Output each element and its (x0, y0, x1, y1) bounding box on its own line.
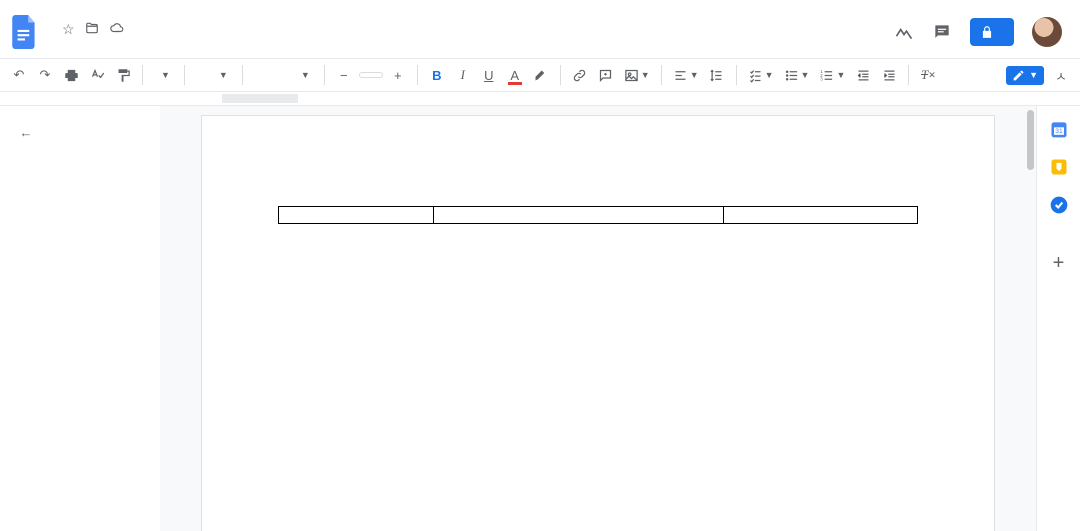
italic-button[interactable]: I (452, 63, 474, 87)
numbered-list-button[interactable]: 123▼ (816, 63, 848, 87)
move-icon[interactable] (85, 21, 99, 38)
outline-back-button[interactable]: ← (14, 120, 38, 144)
share-button[interactable] (970, 18, 1014, 46)
clear-formatting-button[interactable]: T✕ (917, 63, 939, 87)
svg-text:31: 31 (1055, 128, 1063, 135)
star-icon[interactable]: ☆ (62, 21, 75, 38)
fontsize-inc-button[interactable]: + (387, 63, 409, 87)
document-canvas[interactable] (160, 106, 1036, 531)
scrollbar-thumb[interactable] (1027, 110, 1034, 170)
line-spacing-button[interactable] (706, 63, 728, 87)
menu-format[interactable] (102, 40, 114, 46)
menu-view[interactable] (74, 40, 86, 46)
align-button[interactable]: ▼ (670, 63, 702, 87)
fontsize-dec-button[interactable]: − (333, 63, 355, 87)
bullet-list-button[interactable]: ▼ (781, 63, 813, 87)
collapse-toolbar-button[interactable]: ㅅ (1050, 63, 1072, 87)
menu-insert[interactable] (88, 40, 100, 46)
indent-dec-button[interactable] (852, 63, 874, 87)
doc-title[interactable] (46, 27, 54, 31)
undo-button[interactable]: ↶ (8, 63, 30, 87)
bold-button[interactable]: B (426, 63, 448, 87)
ruler[interactable] (0, 92, 1080, 106)
agenda-table[interactable] (278, 206, 918, 224)
tasks-icon[interactable] (1048, 194, 1070, 216)
add-comment-button[interactable] (595, 63, 617, 87)
redo-button[interactable]: ↷ (34, 63, 56, 87)
paint-format-button[interactable] (112, 63, 134, 87)
activity-icon[interactable] (894, 22, 914, 42)
insert-image-button[interactable]: ▼ (621, 63, 653, 87)
text-color-button[interactable]: A (504, 63, 526, 87)
fontsize-input[interactable] (359, 72, 383, 78)
side-panel: 31 + (1036, 106, 1080, 531)
cloud-status-icon[interactable] (109, 21, 125, 38)
spellcheck-button[interactable] (86, 63, 108, 87)
comments-icon[interactable] (932, 22, 952, 42)
th-name[interactable] (724, 207, 918, 224)
th-topic[interactable] (279, 207, 434, 224)
zoom-select[interactable]: ▼ (151, 67, 176, 83)
highlight-button[interactable] (530, 63, 552, 87)
print-button[interactable] (60, 63, 82, 87)
insert-link-button[interactable] (569, 63, 591, 87)
side-add-button[interactable]: + (1053, 252, 1065, 275)
docs-logo[interactable] (8, 10, 42, 54)
toolbar: ↶ ↷ ▼ ▼ ▼ − + B I U A ▼ ▼ ▼ ▼ 123▼ T✕ ▼ … (0, 58, 1080, 92)
menu-edit[interactable] (60, 40, 72, 46)
menu-addons[interactable] (130, 40, 142, 46)
indent-inc-button[interactable] (878, 63, 900, 87)
menu-tools[interactable] (116, 40, 128, 46)
avatar[interactable] (1032, 17, 1062, 47)
svg-text:3: 3 (821, 76, 824, 81)
keep-icon[interactable] (1048, 156, 1070, 178)
font-select[interactable]: ▼ (251, 67, 316, 83)
outline-panel: ← (0, 106, 160, 531)
underline-button[interactable]: U (478, 63, 500, 87)
checklist-button[interactable]: ▼ (745, 63, 777, 87)
editing-mode-button[interactable]: ▼ (1006, 66, 1044, 85)
menu-file[interactable] (46, 40, 58, 46)
menu-help[interactable] (144, 40, 156, 46)
paragraph-style-select[interactable]: ▼ (193, 67, 234, 83)
page[interactable] (202, 116, 994, 531)
calendar-icon[interactable]: 31 (1048, 118, 1070, 140)
th-desc[interactable] (434, 207, 724, 224)
